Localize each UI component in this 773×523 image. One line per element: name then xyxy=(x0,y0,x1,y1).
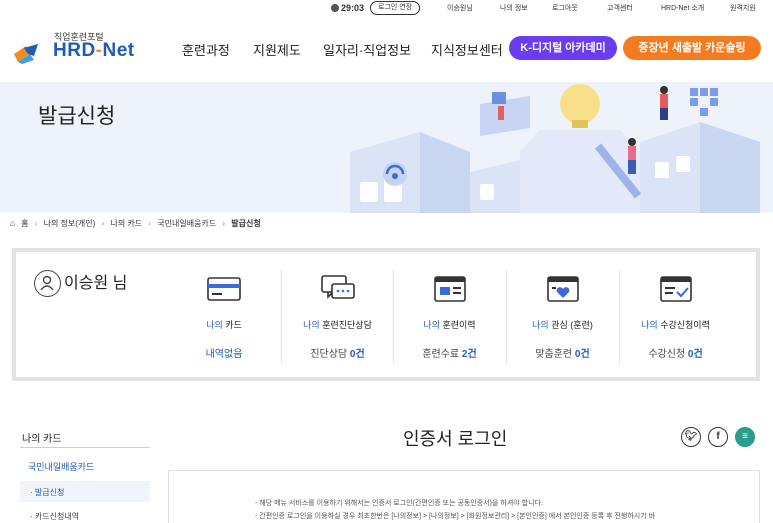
utility-bar: 29:03 로그인 연장 이승원님 나의 정보 로그아웃 고객센터 HRD-Ne… xyxy=(0,0,773,16)
user-suffix: 님 xyxy=(108,275,128,292)
k-digital-academy-button[interactable]: K-디지털 아카데미 xyxy=(509,36,617,60)
user-avatar-icon xyxy=(34,270,61,298)
cert-notice-box: - 해당 메뉴 서비스를 이용하기 위해서는 인증서 로그인(간편인증 또는 공… xyxy=(168,470,760,523)
clock-icon xyxy=(331,4,339,12)
gnb-training-courses[interactable]: 훈련과정 xyxy=(182,40,230,59)
summary-interest-training[interactable]: 나의 관심 (훈련) 맞춤훈련 0건 xyxy=(506,270,618,364)
lnb-item-apply[interactable]: · 발급신청 xyxy=(30,487,64,498)
breadcrumb-my-card[interactable]: 나의 카드 xyxy=(110,219,142,228)
chevron-right-icon: › xyxy=(148,219,152,228)
cert-login-title: 인증서 로그인 xyxy=(403,429,508,449)
logout-link[interactable]: 로그아웃 xyxy=(552,3,578,13)
counseling-button[interactable]: 중장년 새출발 카운슬링 xyxy=(623,36,761,60)
breadcrumb-current: 발급신청 xyxy=(231,219,261,228)
summary-enrollment-history[interactable]: 나의 수강신청이력 수강신청 0건 xyxy=(619,270,731,364)
user-name: 이승원 xyxy=(64,275,109,292)
blog-share-icon[interactable]: ≡ xyxy=(735,427,755,447)
breadcrumb: ⌂ 홈 › 나의 정보(개인) › 나의 카드 › 국민내일배움카드 › 발급신… xyxy=(10,218,265,229)
summary-training-consult[interactable]: 나의 훈련진단상담 진단상담 0건 xyxy=(281,270,393,364)
chevron-right-icon: › xyxy=(101,219,105,228)
facebook-icon[interactable]: f xyxy=(708,427,728,447)
gnb-knowledge-center[interactable]: 지식정보센터 xyxy=(431,40,503,59)
remote-support-link[interactable]: 원격지원 xyxy=(730,3,756,13)
lnb-national-card[interactable]: 국민내일배움카드 xyxy=(28,460,94,473)
lnb-title[interactable]: 나의 카드 xyxy=(22,430,62,445)
chevron-right-icon: › xyxy=(34,219,38,228)
user-greeting: 이승원 님 xyxy=(34,269,128,298)
lnb-divider xyxy=(20,447,150,448)
check-icon xyxy=(659,276,692,302)
gnb-jobs-info[interactable]: 일자리·직업정보 xyxy=(323,40,411,59)
hrd-net-logo[interactable]: 직업훈련포털 HRD-Net xyxy=(12,28,142,68)
my-summary-panel: 이승원 님 나의 카드 내역없음 나의 훈련진단상담 진단상담 0건 나의 훈련… xyxy=(12,248,760,381)
session-timer: 29:03 xyxy=(331,3,364,13)
banner-illustration xyxy=(350,84,760,213)
twitter-icon[interactable]: 🐦︎ xyxy=(681,427,701,447)
notice-line-2: - 간편인증 로그인을 이용하실 경우 최초한번은 [나의정보] > [나의정보… xyxy=(255,513,656,520)
gnb-support-system[interactable]: 지원제도 xyxy=(253,40,301,59)
breadcrumb-my-info[interactable]: 나의 정보(개인) xyxy=(44,219,96,228)
chat-icon xyxy=(320,275,355,299)
breadcrumb-national-card[interactable]: 국민내일배움카드 xyxy=(157,219,216,228)
heart-icon xyxy=(546,276,579,302)
user-name-link[interactable]: 이승원님 xyxy=(447,3,473,13)
summary-training-history[interactable]: 나의 훈련이력 훈련수료 2건 xyxy=(393,270,505,364)
notice-line-1: - 해당 메뉴 서비스를 이용하기 위해서는 인증서 로그인(간편인증 또는 공… xyxy=(255,500,543,507)
my-info-link[interactable]: 나의 정보 xyxy=(500,3,528,13)
hrd-net-about-link[interactable]: HRD-Net 소개 xyxy=(661,3,704,13)
lnb-item-history[interactable]: · 카드신청내역 xyxy=(30,511,79,522)
summary-my-card[interactable]: 나의 카드 내역없음 xyxy=(168,270,280,364)
breadcrumb-home[interactable]: 홈 xyxy=(21,219,28,228)
customer-center-link[interactable]: 고객센터 xyxy=(607,3,633,13)
record-icon xyxy=(433,276,466,302)
chevron-right-icon: › xyxy=(222,219,226,228)
extend-login-button[interactable]: 로그인 연장 xyxy=(370,1,421,15)
page-banner: 발급신청 xyxy=(0,82,773,213)
logo-mark-icon xyxy=(14,44,38,64)
card-icon xyxy=(207,277,241,301)
header: 직업훈련포털 HRD-Net 훈련과정 지원제도 일자리·직업정보 지식정보센터… xyxy=(0,16,773,82)
home-icon[interactable]: ⌂ xyxy=(10,219,15,228)
logo-text: HRD-Net xyxy=(53,40,135,61)
